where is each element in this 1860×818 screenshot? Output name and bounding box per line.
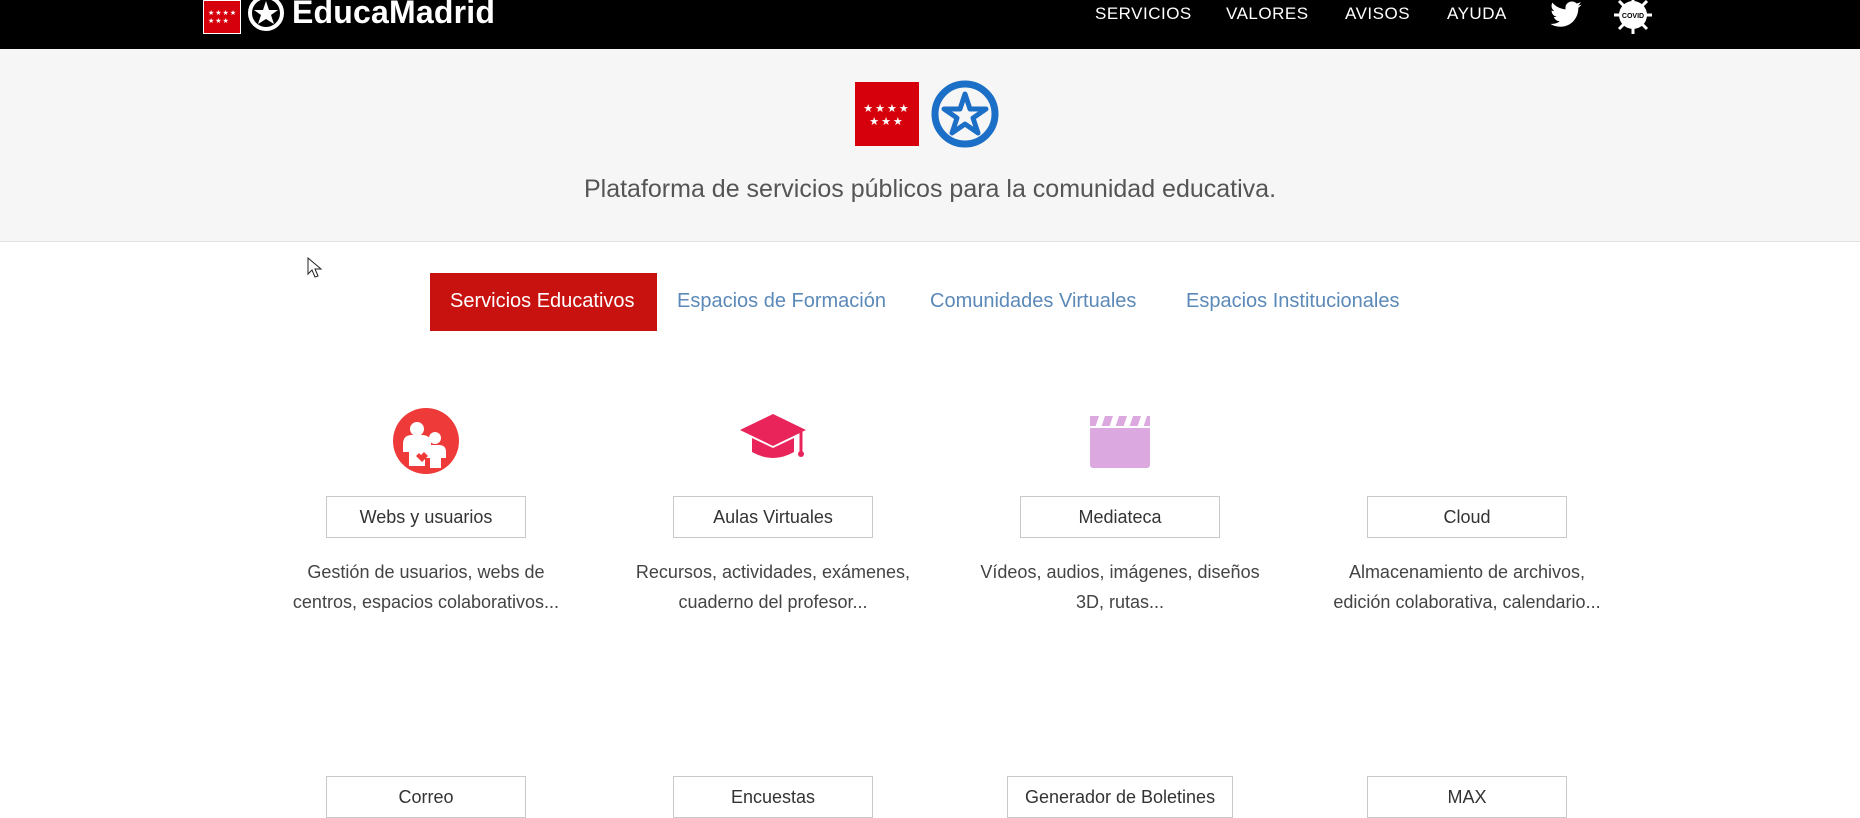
description-line: centros, espacios colaborativos...	[292, 592, 560, 612]
madrid-flag-icon: ★★★★ ★★★	[855, 82, 919, 146]
users-icon[interactable]	[391, 406, 461, 476]
madrid-flag-logo[interactable]: ★★★★ ★★★	[203, 0, 241, 34]
mouse-cursor-icon	[307, 257, 323, 278]
clapperboard-icon[interactable]	[1085, 406, 1155, 476]
graduation-cap-icon[interactable]	[738, 406, 808, 476]
description-line: Gestión de usuarios, webs de	[307, 562, 545, 582]
educamadrid-star-logo-icon[interactable]	[248, 0, 284, 31]
tab-espacios-formacion[interactable]: Espacios de Formación	[677, 273, 886, 331]
covid-icon[interactable]: COVID	[1612, 0, 1654, 36]
nav-servicios[interactable]: SERVICIOS	[1095, 4, 1192, 30]
correo-button[interactable]: Correo	[326, 776, 526, 818]
generador-boletines-button[interactable]: Generador de Boletines	[1007, 776, 1233, 818]
platform-tagline: Plataforma de servicios públicos para la…	[583, 175, 1277, 203]
tab-comunidades-virtuales[interactable]: Comunidades Virtuales	[930, 273, 1136, 331]
encuestas-button[interactable]: Encuestas	[673, 776, 873, 818]
aulas-virtuales-description: Recursos, actividades, exámenes, cuadern…	[623, 557, 923, 617]
webs-usuarios-button[interactable]: Webs y usuarios	[326, 496, 526, 538]
max-button[interactable]: MAX	[1367, 776, 1567, 818]
hero-banner: ★★★★ ★★★ Plataforma de servicios público…	[0, 49, 1860, 242]
cloud-button[interactable]: Cloud	[1367, 496, 1567, 538]
educamadrid-star-icon	[931, 80, 999, 148]
description-line: Almacenamiento de archivos,	[1348, 562, 1586, 582]
description-line: Recursos, actividades, exámenes,	[635, 562, 911, 582]
nav-valores[interactable]: VALORES	[1226, 4, 1309, 30]
cloud-description: Almacenamiento de archivos, edición cola…	[1317, 557, 1617, 617]
description-line: edición colaborativa, calendario...	[1333, 592, 1601, 612]
tab-espacios-institucionales[interactable]: Espacios Institucionales	[1186, 273, 1399, 331]
twitter-icon[interactable]	[1548, 0, 1584, 32]
aulas-virtuales-button[interactable]: Aulas Virtuales	[673, 496, 873, 538]
site-logo-text[interactable]: EducaMadrid	[292, 0, 495, 31]
mediateca-button[interactable]: Mediateca	[1020, 496, 1220, 538]
mediateca-description: Vídeos, audios, imágenes, diseños 3D, ru…	[970, 557, 1270, 617]
webs-usuarios-description: Gestión de usuarios, webs de centros, es…	[276, 557, 576, 617]
description-line: cuaderno del profesor...	[678, 592, 868, 612]
description-line: Vídeos, audios, imágenes, diseños	[980, 562, 1260, 582]
top-navbar: ★★★★ ★★★ EducaMadrid SERVICIOS VALORES AV…	[0, 0, 1860, 49]
nav-ayuda[interactable]: AYUDA	[1447, 4, 1507, 30]
nav-avisos[interactable]: AVISOS	[1345, 4, 1410, 30]
tab-servicios-educativos[interactable]: Servicios Educativos	[430, 273, 657, 331]
description-line: 3D, rutas...	[1075, 592, 1165, 612]
svg-text:COVID: COVID	[1622, 13, 1644, 20]
